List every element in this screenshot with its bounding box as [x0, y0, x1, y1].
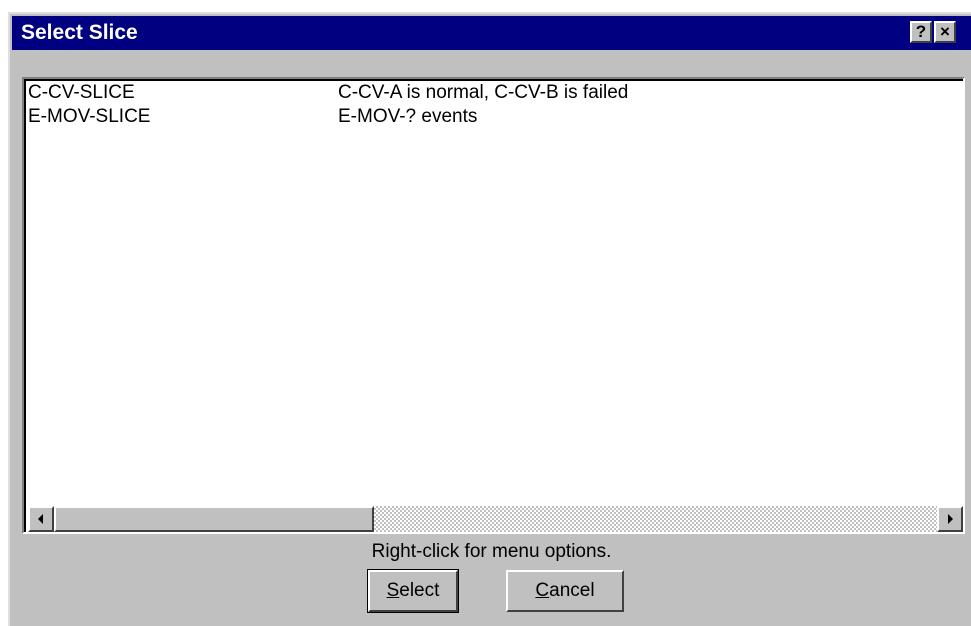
slice-list-frame: C-CV-SLICE C-CV-A is normal, C-CV-B is f…	[24, 79, 963, 532]
cancel-button[interactable]: Cancel	[506, 570, 624, 612]
close-icon: ×	[940, 22, 950, 41]
arrow-right-icon	[948, 514, 953, 524]
select-slice-dialog: Select Slice ? × C-CV-SLICE C-CV-A is no…	[8, 12, 971, 626]
window-title: Select Slice	[21, 21, 138, 44]
scroll-left-button[interactable]	[28, 506, 54, 532]
select-button[interactable]: Select	[367, 569, 459, 613]
title-bar[interactable]: Select Slice ? ×	[12, 16, 971, 50]
help-button[interactable]: ?	[910, 21, 932, 43]
select-mnemonic: S	[386, 580, 400, 601]
slice-description: E-MOV-? events	[338, 106, 478, 127]
menu-hint-text: Right-click for menu options.	[371, 541, 612, 562]
horizontal-scrollbar[interactable]	[28, 506, 963, 532]
scrollbar-thumb[interactable]	[54, 506, 374, 532]
slice-list[interactable]: C-CV-SLICE C-CV-A is normal, C-CV-B is f…	[22, 77, 965, 534]
select-label-rest: elect	[399, 580, 440, 601]
slice-name: E-MOV-SLICE	[28, 106, 151, 127]
slice-description: C-CV-A is normal, C-CV-B is failed	[338, 82, 629, 103]
slice-name: C-CV-SLICE	[28, 82, 135, 103]
scroll-right-button[interactable]	[937, 506, 963, 532]
cancel-label-rest: ancel	[549, 580, 595, 601]
cancel-mnemonic: C	[535, 580, 550, 601]
close-button[interactable]: ×	[934, 21, 956, 43]
arrow-left-icon	[38, 514, 43, 524]
help-icon: ?	[915, 22, 927, 41]
